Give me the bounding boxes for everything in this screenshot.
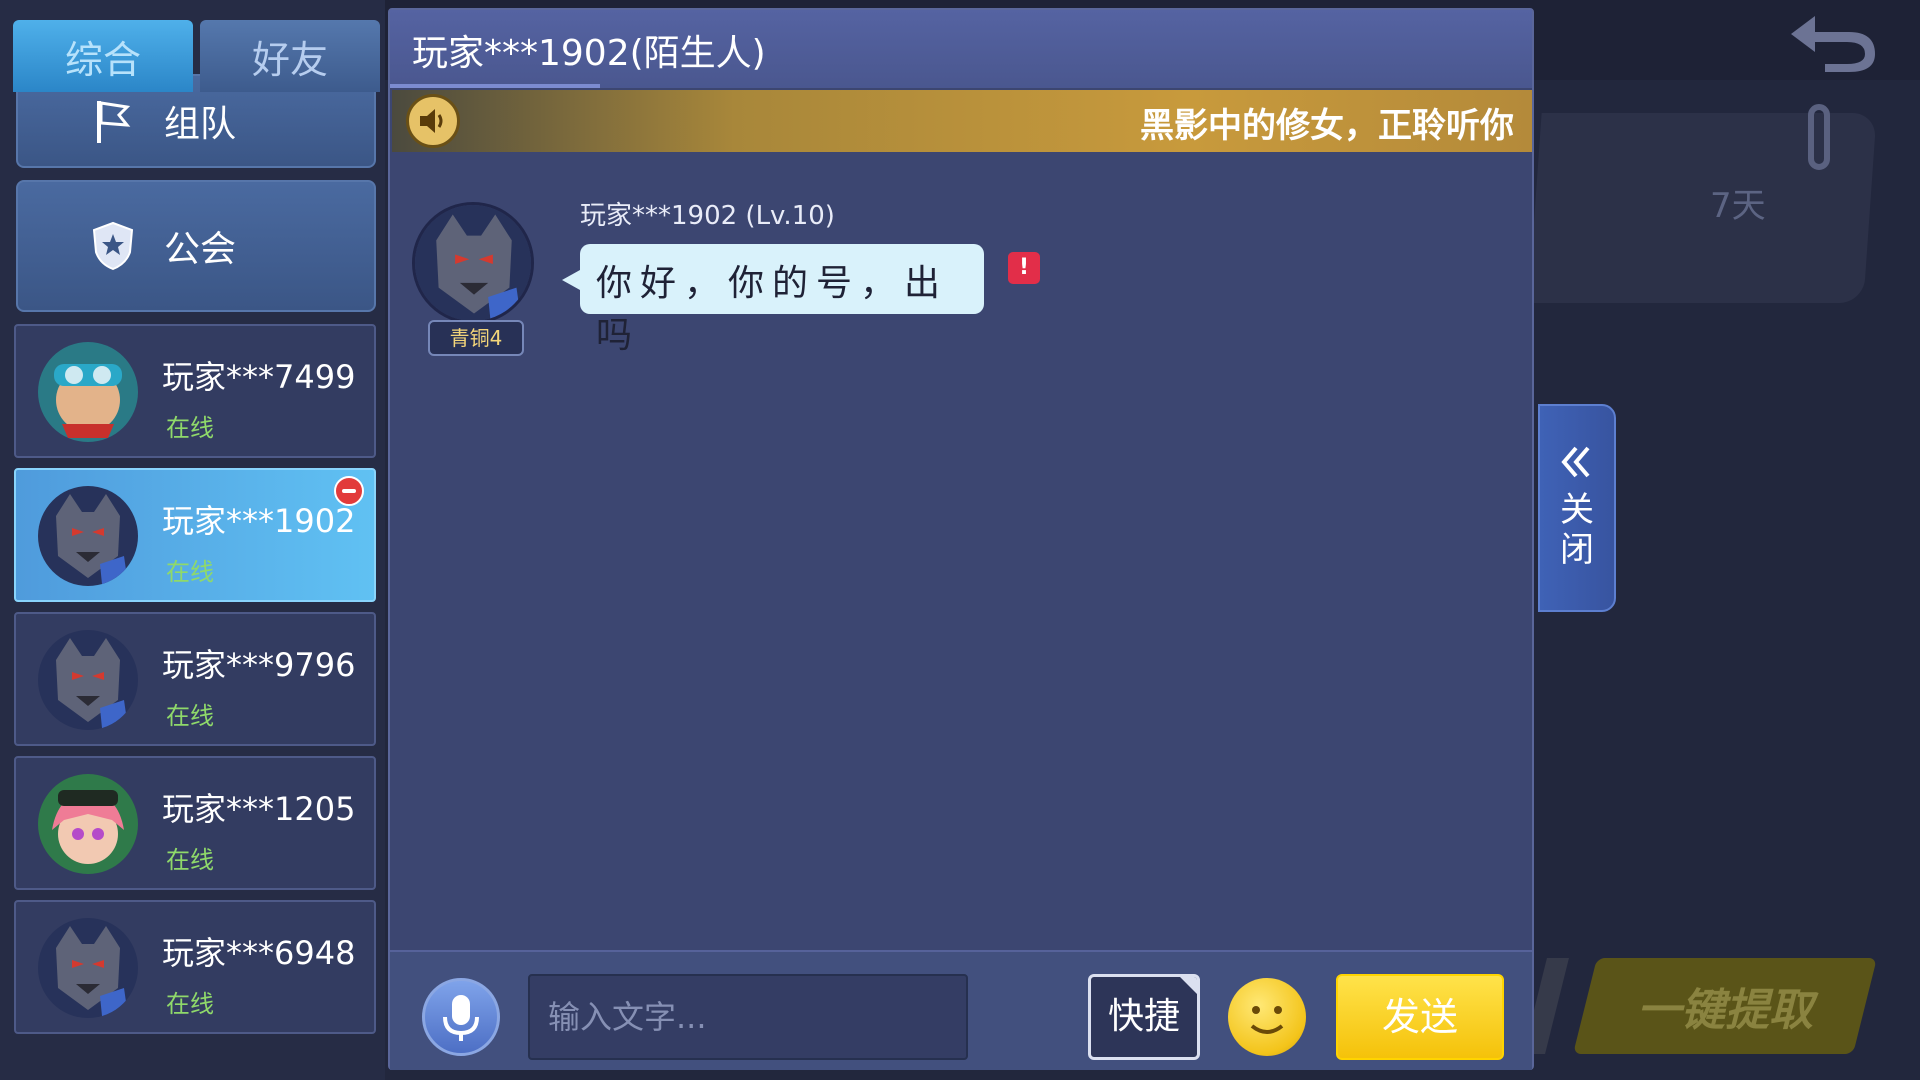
- send-button[interactable]: 发送: [1336, 974, 1504, 1060]
- claim-all-button[interactable]: 一键提取: [1573, 958, 1877, 1054]
- avatar: [38, 774, 138, 874]
- avatar: [38, 630, 138, 730]
- tab-friends[interactable]: 好友: [200, 20, 380, 92]
- friend-status: 在线: [166, 990, 214, 1018]
- flag-icon: [88, 95, 138, 147]
- sender-avatar[interactable]: [412, 202, 534, 324]
- friend-sidebar: 组队 综合 好友 公会 玩家***7499 在线 玩家***1902 在线 玩家…: [0, 0, 385, 1080]
- back-icon[interactable]: [1785, 8, 1881, 74]
- paperclip-icon: [1808, 104, 1830, 170]
- friend-list-item[interactable]: 玩家***1205 在线: [14, 756, 376, 890]
- shield-icon: [88, 220, 138, 272]
- avatar: [38, 918, 138, 1018]
- friend-name: 玩家***1205: [162, 790, 356, 828]
- avatar: [38, 342, 138, 442]
- rank-badge: 青铜4: [428, 320, 524, 356]
- nav-guild-label: 公会: [164, 229, 237, 270]
- friend-name: 玩家***1902: [162, 502, 356, 540]
- nav-guild-button[interactable]: 公会: [16, 180, 376, 312]
- broadcast-banner: 黑影中的修女，正聆听你: [392, 90, 1532, 152]
- friend-status: 在线: [166, 414, 214, 442]
- remove-friend-button[interactable]: [334, 476, 364, 506]
- microphone-button[interactable]: [422, 978, 500, 1056]
- message-sender: 玩家***1902 (Lv.10): [580, 201, 835, 231]
- tab-all[interactable]: 综合: [13, 20, 193, 92]
- friend-list-item-selected[interactable]: 玩家***1902 在线: [14, 468, 376, 602]
- emoji-button[interactable]: [1228, 978, 1306, 1056]
- friend-list-item[interactable]: 玩家***9796 在线: [14, 612, 376, 746]
- friend-name: 玩家***6948: [162, 934, 356, 972]
- mail-expiry-days: 7天: [1710, 186, 1766, 226]
- quick-phrase-button[interactable]: 快捷: [1088, 974, 1200, 1060]
- chat-input-bar: 快捷 发送: [390, 950, 1532, 1070]
- close-panel-tab[interactable]: 关闭: [1538, 404, 1616, 612]
- friend-name: 玩家***7499: [162, 358, 356, 396]
- friend-status: 在线: [166, 846, 214, 874]
- chat-text-input[interactable]: [528, 974, 968, 1060]
- claim-all-label: 一键提取: [1637, 985, 1813, 1036]
- chat-title: 玩家***1902(陌生人): [412, 33, 766, 74]
- title-underline: [390, 84, 600, 88]
- chat-panel: 玩家***1902(陌生人) 黑影中的修女，正聆听你 青铜4 玩家***1902…: [388, 8, 1534, 1070]
- chat-header: 玩家***1902(陌生人): [390, 10, 1532, 88]
- friend-name: 玩家***9796: [162, 646, 356, 684]
- broadcast-text: 黑影中的修女，正聆听你: [1140, 106, 1514, 146]
- close-panel-label: 关闭: [1560, 490, 1594, 570]
- friend-list-item[interactable]: 玩家***7499 在线: [14, 324, 376, 458]
- message-bubble: 你好，你的号，出吗: [562, 244, 984, 356]
- friend-status: 在线: [166, 702, 214, 730]
- report-button[interactable]: !: [1008, 252, 1040, 284]
- friend-list-item[interactable]: 玩家***6948 在线: [14, 900, 376, 1034]
- friend-status: 在线: [166, 558, 214, 586]
- speaker-icon[interactable]: [406, 94, 460, 148]
- nav-team-label: 组队: [164, 104, 237, 145]
- avatar: [38, 486, 138, 586]
- double-chevron-left-icon: [1560, 444, 1594, 484]
